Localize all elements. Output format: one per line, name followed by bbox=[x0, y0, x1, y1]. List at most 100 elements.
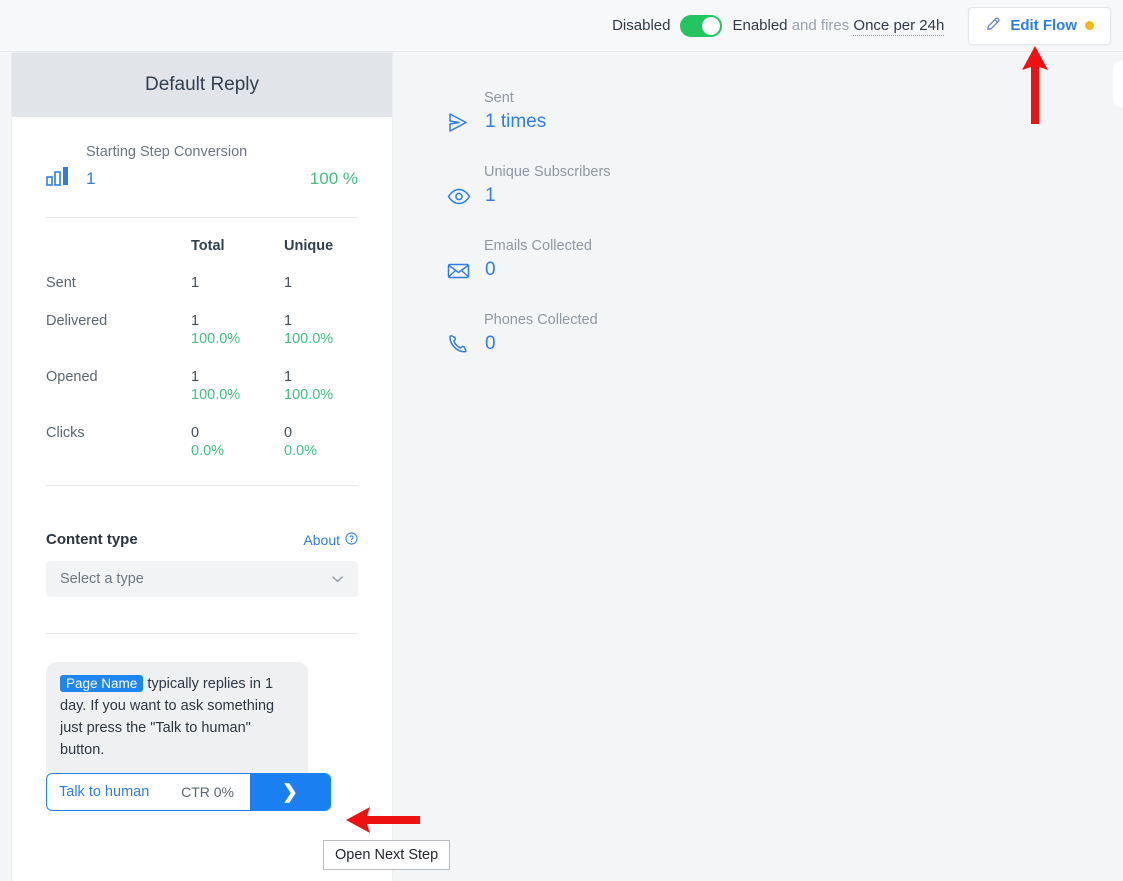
open-next-step-button[interactable]: ❯ bbox=[250, 774, 330, 811]
stat-sent: Sent 1 times bbox=[447, 90, 777, 133]
row-label: Sent bbox=[46, 275, 76, 291]
row-unique: 1 100.0% bbox=[284, 302, 358, 358]
stat-value: 0 bbox=[485, 259, 496, 280]
send-icon bbox=[447, 112, 474, 133]
content-type-section: Content type About Select a type bbox=[46, 486, 358, 634]
table-row: Opened 1 100.0% 1 100.0% bbox=[46, 358, 358, 414]
ctr-label: CTR 0% bbox=[181, 784, 234, 801]
enabled-word: Enabled bbox=[732, 17, 788, 34]
unique-number: 1 bbox=[284, 369, 293, 385]
help-circle-icon bbox=[345, 531, 358, 548]
page-title: Default Reply bbox=[144, 74, 260, 95]
pen-icon bbox=[985, 15, 1002, 37]
stat-phones-collected: Phones Collected 0 bbox=[447, 312, 777, 355]
col-header-total: Total bbox=[191, 238, 225, 254]
panel-header: Default Reply bbox=[12, 53, 392, 117]
stat-row: 0 bbox=[447, 259, 777, 281]
total-number: 0 bbox=[191, 425, 200, 441]
flow-summary-stats: Sent 1 times Unique Subscribers 1 Emails… bbox=[447, 90, 777, 386]
stat-value: 1 bbox=[485, 185, 496, 206]
toggle-knob bbox=[702, 16, 721, 35]
frequency-value[interactable]: Once per 24h bbox=[853, 17, 945, 36]
table-header-row: Total Unique bbox=[46, 224, 358, 264]
row-label: Delivered bbox=[46, 313, 108, 329]
unique-number: 1 bbox=[284, 313, 293, 329]
conversion-value: 1 bbox=[86, 168, 96, 188]
unique-number: 0 bbox=[284, 425, 293, 441]
row-unique: 1 bbox=[284, 264, 358, 302]
about-label: About bbox=[303, 531, 340, 548]
panel-body: Starting Step Conversion 1 100 % Total U… bbox=[12, 117, 392, 812]
divider-3 bbox=[46, 633, 358, 634]
starting-step-conversion: Starting Step Conversion 1 100 % bbox=[46, 117, 358, 218]
open-next-step-tooltip: Open Next Step bbox=[323, 840, 451, 870]
divider-1 bbox=[46, 217, 358, 218]
table-row: Sent 1 1 bbox=[46, 264, 358, 302]
conversion-label: Starting Step Conversion bbox=[86, 144, 248, 160]
fires-description: Enabled and fires Once per 24h bbox=[732, 17, 945, 36]
stat-row: 1 times bbox=[447, 111, 777, 133]
message-preview: Page Name typically replies in 1 day. If… bbox=[46, 662, 358, 812]
unique-number: 1 bbox=[284, 275, 293, 291]
edit-flow-button[interactable]: Edit Flow bbox=[968, 6, 1111, 45]
about-link[interactable]: About bbox=[303, 532, 358, 548]
phone-icon bbox=[447, 334, 474, 355]
message-bubble: Page Name typically replies in 1 day. If… bbox=[46, 662, 308, 774]
chevron-down-icon bbox=[331, 570, 344, 588]
row-label: Clicks bbox=[46, 425, 85, 441]
content-type-select[interactable]: Select a type bbox=[46, 561, 358, 597]
stat-row: 1 bbox=[447, 185, 777, 207]
stat-unique-subscribers: Unique Subscribers 1 bbox=[447, 164, 777, 207]
select-placeholder: Select a type bbox=[60, 571, 144, 587]
conversion-row: 1 100 % bbox=[46, 166, 358, 191]
flow-enable-group: Disabled Enabled and fires Once per 24h bbox=[612, 14, 945, 37]
annotation-arrow-up bbox=[1012, 44, 1058, 126]
row-unique: 0 0.0% bbox=[284, 414, 358, 470]
envelope-icon bbox=[447, 262, 474, 279]
table-row: Clicks 0 0.0% 0 0.0% bbox=[46, 414, 358, 470]
row-total: 0 0.0% bbox=[191, 414, 284, 470]
stat-emails-collected: Emails Collected 0 bbox=[447, 238, 777, 281]
top-toolbar: Disabled Enabled and fires Once per 24h … bbox=[0, 0, 1123, 52]
unique-percent: 100.0% bbox=[284, 331, 334, 347]
total-percent: 100.0% bbox=[191, 387, 241, 403]
stat-label: Sent bbox=[484, 90, 514, 106]
eye-icon bbox=[447, 188, 474, 205]
message-button-row: Talk to human CTR 0% ❯ bbox=[46, 773, 331, 812]
unsaved-changes-dot bbox=[1085, 21, 1094, 30]
page-name-tag: Page Name bbox=[60, 675, 144, 692]
content-type-header: Content type About bbox=[46, 531, 358, 548]
row-total: 1 bbox=[191, 264, 284, 302]
stat-value: 1 times bbox=[485, 111, 547, 132]
col-header-blank bbox=[46, 224, 191, 264]
message-stats-table: Total Unique Sent 1 1 Delivered 1 100.0%… bbox=[46, 224, 358, 470]
table-row: Delivered 1 100.0% 1 100.0% bbox=[46, 302, 358, 358]
total-number: 1 bbox=[191, 275, 200, 291]
bar-chart-icon bbox=[46, 166, 76, 191]
conversion-percent: 100 % bbox=[309, 168, 358, 188]
stat-label: Unique Subscribers bbox=[484, 164, 611, 180]
total-percent: 100.0% bbox=[191, 331, 241, 347]
unique-percent: 100.0% bbox=[284, 387, 334, 403]
and-fires-text: and fires bbox=[791, 17, 850, 34]
unique-percent: 0.0% bbox=[284, 443, 318, 459]
stat-value: 0 bbox=[485, 333, 496, 354]
chevron-right-icon: ❯ bbox=[282, 781, 298, 803]
stat-label: Emails Collected bbox=[484, 238, 592, 254]
row-total: 1 100.0% bbox=[191, 358, 284, 414]
stat-row: 0 bbox=[447, 333, 777, 355]
talk-to-human-button[interactable]: Talk to human CTR 0% bbox=[47, 774, 250, 810]
talk-to-human-label: Talk to human bbox=[59, 784, 150, 801]
col-header-unique: Unique bbox=[284, 238, 334, 254]
flow-enabled-toggle[interactable] bbox=[680, 14, 723, 37]
row-unique: 1 100.0% bbox=[284, 358, 358, 414]
total-percent: 0.0% bbox=[191, 443, 225, 459]
total-number: 1 bbox=[191, 313, 200, 329]
disabled-label: Disabled bbox=[612, 17, 671, 34]
total-number: 1 bbox=[191, 369, 200, 385]
offscreen-card-edge bbox=[1113, 61, 1123, 107]
row-label: Opened bbox=[46, 369, 98, 385]
row-total: 1 100.0% bbox=[191, 302, 284, 358]
stat-label: Phones Collected bbox=[484, 312, 598, 328]
edit-flow-label: Edit Flow bbox=[1010, 17, 1077, 34]
